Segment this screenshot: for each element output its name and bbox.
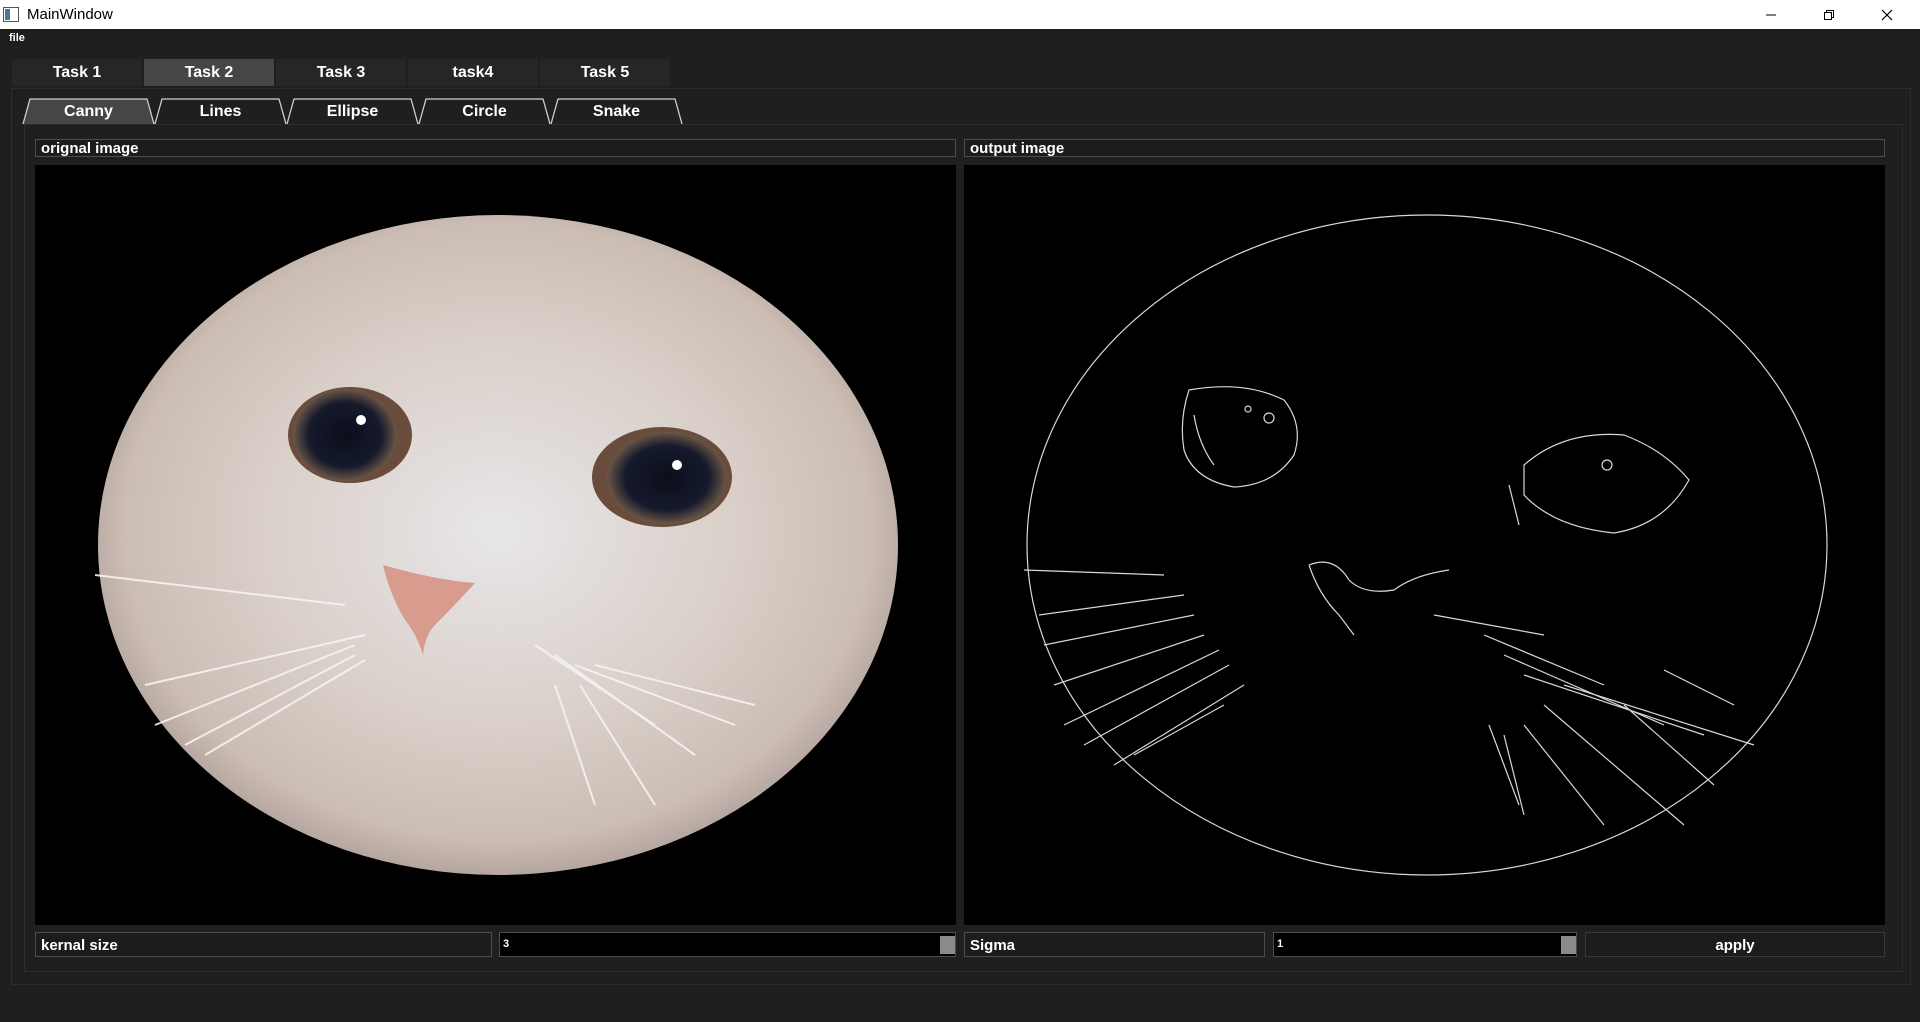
original-image-view[interactable] [35, 165, 956, 925]
output-image-label: output image [964, 139, 1885, 157]
subtab-lines[interactable]: Lines [158, 101, 283, 123]
original-image-label: orignal image [35, 139, 956, 157]
output-image-view[interactable] [964, 165, 1885, 925]
subtab-snake[interactable]: Snake [554, 101, 679, 123]
sigma-slider[interactable]: 1 [1273, 932, 1577, 957]
sigma-label: Sigma [964, 932, 1265, 957]
apply-button[interactable]: apply [1585, 932, 1885, 957]
subtab-circle[interactable]: Circle [422, 101, 547, 123]
kernel-size-slider[interactable]: 3 [499, 932, 956, 957]
kernel-size-value: 3 [503, 938, 510, 950]
sigma-slider-handle[interactable] [1561, 936, 1576, 954]
original-image [94, 215, 898, 875]
kernel-size-label: kernal size [35, 932, 492, 957]
subtab-ellipse[interactable]: Ellipse [290, 101, 415, 123]
subtab-canny[interactable]: Canny [26, 101, 151, 123]
sub-tab-bar [22, 98, 683, 125]
kernel-size-slider-handle[interactable] [940, 936, 955, 954]
sigma-value: 1 [1277, 938, 1284, 950]
output-image [1023, 214, 1828, 876]
